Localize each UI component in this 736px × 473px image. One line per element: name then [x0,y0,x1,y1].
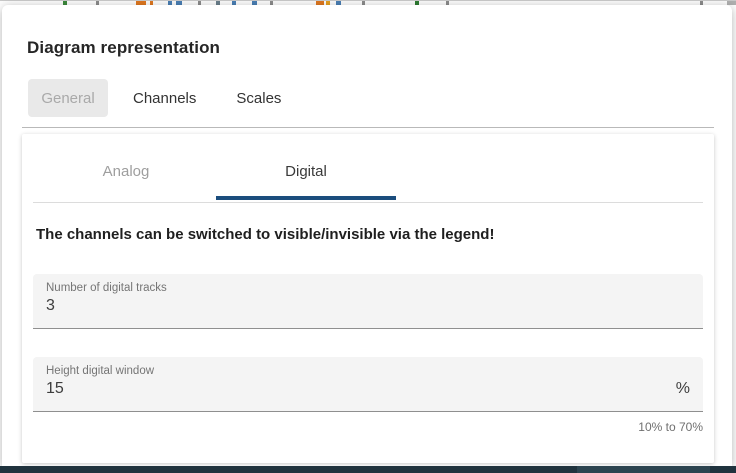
general-settings-card: Analog Digital The channels can be switc… [22,134,714,463]
number-of-digital-tracks-field[interactable]: Number of digital tracks [33,274,703,329]
field-label: Height digital window [46,365,690,377]
backdrop-bottom-bar [0,466,736,473]
bottom-bar-segment [577,466,710,473]
tab-scales[interactable]: Scales [236,90,281,107]
backdrop-fragment [727,1,736,5]
main-tab-bar: General Channels Scales [28,79,732,117]
dialog-title: Diagram representation [27,38,707,58]
height-digital-window-field[interactable]: Height digital window % [33,357,703,412]
sub-tab-analog[interactable]: Analog [36,134,216,202]
tab-general[interactable]: General [28,79,108,117]
tab-section-divider [22,127,714,128]
active-tab-indicator [216,196,396,200]
legend-notice-text: The channels can be switched to visible/… [36,226,703,243]
sub-tab-bar: Analog Digital [33,134,703,203]
height-digital-window-input[interactable] [46,380,676,398]
sub-tab-digital[interactable]: Digital [216,134,396,202]
range-hint-text: 10% to 70% [33,420,703,434]
field-label: Number of digital tracks [46,282,690,294]
diagram-representation-dialog: Diagram representation General Channels … [2,5,732,466]
tab-channels[interactable]: Channels [133,90,196,107]
number-of-digital-tracks-input[interactable] [46,297,690,315]
percent-suffix: % [676,380,690,398]
